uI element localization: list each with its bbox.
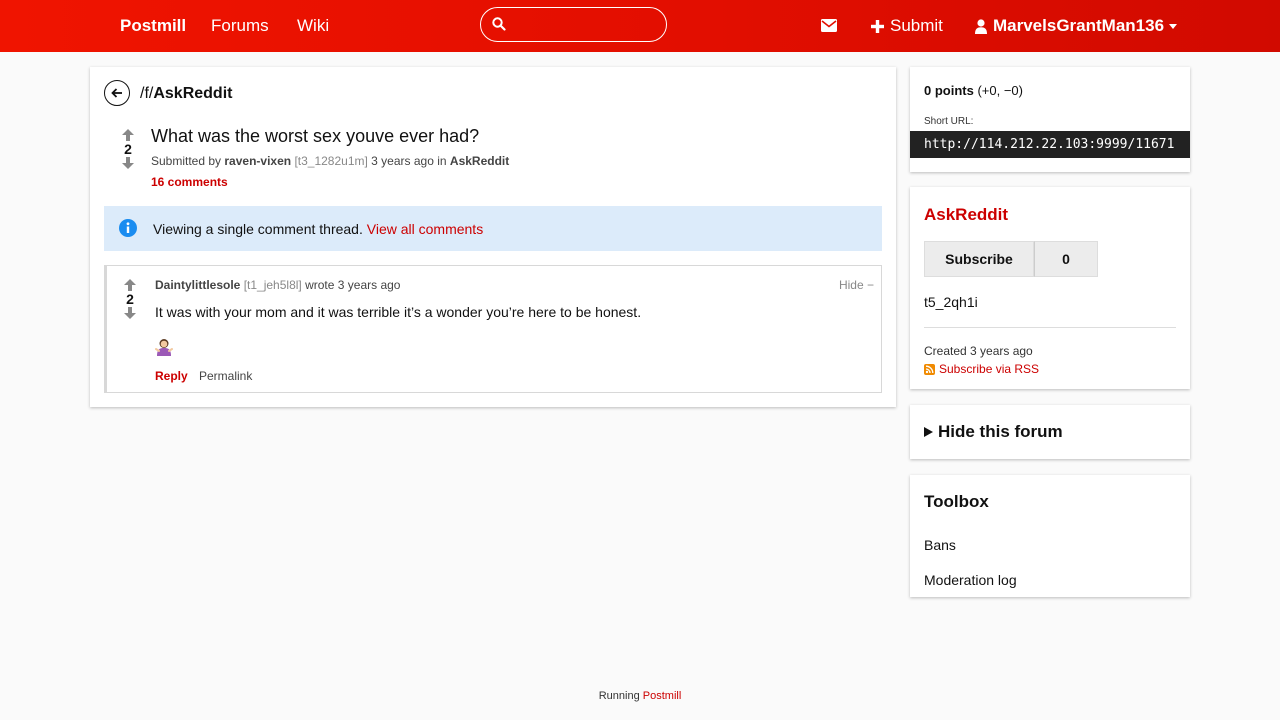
post-id: [t3_1282u1m] xyxy=(294,154,368,168)
reply-link[interactable]: Reply xyxy=(155,369,188,383)
view-all-comments-link[interactable]: View all comments xyxy=(367,221,483,237)
subscriber-count: 0 xyxy=(1034,241,1098,277)
forum-created: Created 3 years ago xyxy=(924,344,1033,358)
downvote-arrow-icon[interactable] xyxy=(124,307,136,319)
hide-forum-label: Hide this forum xyxy=(938,422,1063,441)
search-icon xyxy=(492,17,506,31)
nav-forums-link[interactable]: Forums xyxy=(211,16,269,36)
plus-icon xyxy=(871,19,884,33)
search-input[interactable] xyxy=(511,12,663,39)
comment-body: It was with your mom and it was terrible… xyxy=(155,304,642,320)
divider xyxy=(924,327,1176,328)
comment-author-link[interactable]: Daintylittlesole xyxy=(155,278,240,292)
post-vote-controls: 2 xyxy=(118,129,138,169)
breadcrumb: /f/AskReddit xyxy=(140,85,232,103)
submit-button[interactable]: Submit xyxy=(871,16,943,36)
user-menu[interactable]: MarvelsGrantMan136 xyxy=(975,16,1178,36)
upvote-arrow-icon[interactable] xyxy=(122,129,134,141)
comment-meta: Daintylittlesole [t1_jeh5l8l] wrote 3 ye… xyxy=(155,278,400,292)
subscribe-button[interactable]: Subscribe xyxy=(924,241,1034,277)
envelope-icon[interactable] xyxy=(821,19,837,32)
footer-running: Running xyxy=(598,690,640,702)
notice-text-wrap: Viewing a single comment thread. View al… xyxy=(153,221,483,237)
forum-title-link[interactable]: AskReddit xyxy=(924,205,1008,225)
info-icon xyxy=(119,219,137,237)
comment-id: [t1_jeh5l8l] xyxy=(243,278,302,292)
post-forum-link[interactable]: AskReddit xyxy=(450,154,509,168)
post-time: 3 years ago in xyxy=(371,154,447,168)
username-label: MarvelsGrantMan136 xyxy=(993,16,1165,35)
post-score: 2 xyxy=(124,141,132,157)
rss-icon xyxy=(924,363,935,375)
comment: 2 Daintylittlesole [t1_jeh5l8l] wrote 3 … xyxy=(104,265,882,393)
toolbox-bans-link[interactable]: Bans xyxy=(924,537,956,553)
hide-comment-link[interactable]: Hide − xyxy=(839,278,874,292)
points-total: 0 points xyxy=(924,83,974,98)
user-icon xyxy=(975,18,987,34)
top-navigation-bar: Postmill Forums Wiki Submit MarvelsGrant… xyxy=(0,0,1280,52)
post-points-panel: 0 points (+0, −0) Short URL: http://114.… xyxy=(910,67,1190,172)
forum-info-panel: AskReddit Subscribe 0 t5_2qh1i Created 3… xyxy=(910,187,1190,389)
triangle-right-icon xyxy=(924,427,933,437)
toolbox-panel: Toolbox Bans Moderation log xyxy=(910,475,1190,597)
downvote-arrow-icon[interactable] xyxy=(122,157,134,169)
forum-id: t5_2qh1i xyxy=(924,294,978,310)
submitted-by-label: Submitted by xyxy=(151,154,222,168)
permalink-link[interactable]: Permalink xyxy=(199,369,252,383)
rss-label: Subscribe via RSS xyxy=(939,362,1040,376)
post-meta: Submitted by raven-vixen [t3_1282u1m] 3 … xyxy=(151,154,509,168)
hide-forum-panel: Hide this forum xyxy=(910,405,1190,459)
comment-vote-controls: 2 xyxy=(120,279,140,319)
comments-count-link[interactable]: 16 comments xyxy=(151,175,228,189)
post-title[interactable]: What was the worst sex youve ever had? xyxy=(151,126,479,147)
toolbox-title: Toolbox xyxy=(924,492,989,511)
comment-time: wrote 3 years ago xyxy=(305,278,401,292)
footer: Running Postmill xyxy=(0,690,1280,702)
search-box[interactable] xyxy=(480,7,667,42)
breadcrumb-prefix: /f/ xyxy=(140,85,154,102)
rss-link[interactable]: Subscribe via RSS xyxy=(924,362,1039,376)
caret-down-icon xyxy=(1169,23,1178,29)
brand-link[interactable]: Postmill xyxy=(120,16,186,36)
upvote-arrow-icon[interactable] xyxy=(124,279,136,291)
back-button[interactable] xyxy=(104,80,130,106)
post-card: /f/AskReddit 2 What was the worst sex yo… xyxy=(90,67,896,407)
short-url-label: Short URL: xyxy=(924,116,974,127)
breadcrumb-forum-link[interactable]: AskReddit xyxy=(153,85,232,102)
comment-score: 2 xyxy=(126,291,134,307)
post-author-link[interactable]: raven-vixen xyxy=(224,154,291,168)
toolbox-moderation-log-link[interactable]: Moderation log xyxy=(924,572,1017,588)
notice-text: Viewing a single comment thread. xyxy=(153,221,363,237)
submit-label: Submit xyxy=(890,16,943,35)
nav-wiki-link[interactable]: Wiki xyxy=(297,16,329,36)
short-url-field[interactable]: http://114.212.22.103:9999/11671 xyxy=(910,131,1190,158)
points-breakdown: (+0, −0) xyxy=(977,83,1023,98)
points-summary: 0 points (+0, −0) xyxy=(924,83,1023,98)
shrug-emoji-icon xyxy=(155,339,173,356)
arrow-left-icon xyxy=(111,88,122,98)
hide-forum-toggle[interactable]: Hide this forum xyxy=(924,422,1063,442)
footer-postmill-link[interactable]: Postmill xyxy=(643,690,682,702)
single-thread-notice: Viewing a single comment thread. View al… xyxy=(104,206,882,251)
